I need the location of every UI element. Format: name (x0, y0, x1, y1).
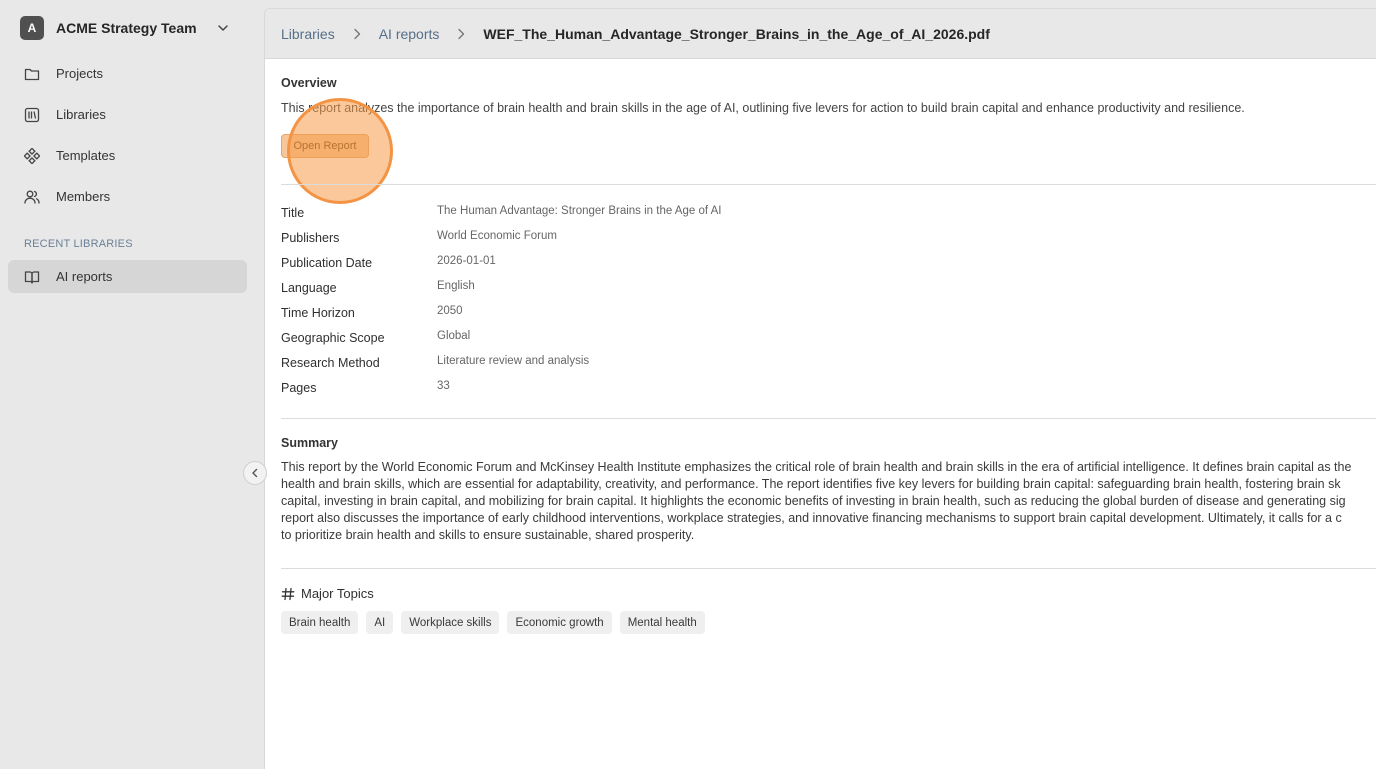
templates-icon (24, 147, 40, 164)
divider (281, 184, 1376, 185)
summary-line: health and brain skills, which are essen… (281, 477, 1341, 491)
collapse-sidebar-button[interactable] (243, 461, 267, 485)
team-switcher[interactable]: A ACME Strategy Team (20, 16, 236, 40)
metadata-row: Publication Date 2026-01-01 (281, 250, 981, 275)
open-report-button[interactable]: Open Report (281, 134, 369, 158)
metadata-key: Language (281, 280, 337, 295)
metadata-value: 2026-01-01 (437, 254, 496, 267)
overview-heading: Overview (281, 76, 337, 90)
metadata-value: 2050 (437, 304, 463, 317)
major-topics-header: Major Topics (281, 586, 374, 601)
library-icon (24, 107, 40, 123)
metadata-row: Pages 33 (281, 375, 981, 400)
sidebar-item-label: AI reports (56, 269, 113, 284)
chevron-right-icon (354, 28, 360, 39)
summary-line: to prioritize brain health and skills to… (281, 528, 695, 542)
major-topics-title: Major Topics (301, 586, 374, 601)
summary-heading: Summary (281, 436, 338, 450)
topic-chip[interactable]: Economic growth (507, 611, 612, 634)
hash-icon (281, 587, 295, 600)
team-avatar: A (20, 16, 44, 40)
metadata-row: Time Horizon 2050 (281, 300, 981, 325)
sidebar-nav: Projects Libraries Templates Members (8, 57, 247, 221)
chevron-left-icon (252, 468, 258, 478)
team-name: ACME Strategy Team (56, 20, 197, 36)
recent-library-ai-reports[interactable]: AI reports (8, 260, 247, 293)
metadata-key: Publishers (281, 230, 340, 245)
metadata-value: Global (437, 329, 471, 342)
metadata-key: Time Horizon (281, 305, 355, 320)
sidebar-item-label: Members (56, 189, 111, 204)
divider (281, 568, 1376, 569)
metadata-row: Research Method Literature review and an… (281, 350, 981, 375)
metadata-row: Geographic Scope Global (281, 325, 981, 350)
metadata-key: Title (281, 205, 305, 220)
summary-line: capital, investing in brain capital, and… (281, 494, 1346, 508)
main-panel: Libraries AI reports WEF_The_Human_Advan… (264, 8, 1376, 769)
metadata-value: English (437, 279, 475, 292)
breadcrumb: Libraries AI reports WEF_The_Human_Advan… (265, 9, 1376, 59)
chevron-down-icon[interactable] (216, 21, 230, 35)
topic-chip[interactable]: Workplace skills (401, 611, 500, 634)
sidebar: A ACME Strategy Team Projects Libraries … (0, 0, 256, 769)
metadata-key: Geographic Scope (281, 330, 385, 345)
overview-text: This report analyzes the importance of b… (281, 101, 1245, 115)
metadata-list: Title The Human Advantage: Stronger Brai… (281, 200, 981, 400)
members-icon (24, 189, 40, 205)
topic-chip[interactable]: Mental health (619, 611, 705, 634)
sidebar-item-label: Templates (56, 148, 116, 163)
metadata-value: World Economic Forum (437, 229, 557, 242)
recent-libraries-header: RECENT LIBRARIES (24, 238, 133, 250)
metadata-value: Literature review and analysis (437, 354, 590, 367)
topic-chips: Brain health AI Workplace skills Economi… (281, 611, 713, 634)
folder-icon (24, 66, 40, 82)
metadata-row: Title The Human Advantage: Stronger Brai… (281, 200, 981, 225)
breadcrumb-current-file: WEF_The_Human_Advantage_Stronger_Brains_… (483, 25, 990, 42)
metadata-row: Publishers World Economic Forum (281, 225, 981, 250)
metadata-key: Pages (281, 380, 317, 395)
sidebar-item-libraries[interactable]: Libraries (8, 98, 247, 131)
sidebar-item-templates[interactable]: Templates (8, 139, 247, 172)
topic-chip[interactable]: AI (366, 611, 394, 634)
breadcrumb-ai-reports-link[interactable]: AI reports (379, 26, 440, 42)
sidebar-item-members[interactable]: Members (8, 180, 247, 213)
summary-line: This report by the World Economic Forum … (281, 460, 1352, 474)
metadata-row: Language English (281, 275, 981, 300)
metadata-key: Research Method (281, 355, 380, 370)
sidebar-item-projects[interactable]: Projects (8, 57, 247, 90)
sidebar-item-label: Projects (56, 66, 103, 81)
topic-chip[interactable]: Brain health (281, 611, 359, 634)
book-icon (24, 269, 40, 285)
breadcrumb-libraries-link[interactable]: Libraries (281, 26, 335, 42)
metadata-value: The Human Advantage: Stronger Brains in … (437, 204, 722, 217)
chevron-right-icon (458, 28, 465, 39)
metadata-value: 33 (437, 379, 450, 392)
summary-line: report also discusses the importance of … (281, 511, 1342, 525)
sidebar-item-label: Libraries (56, 107, 106, 122)
summary-text: This report by the World Economic Forum … (281, 459, 1376, 544)
divider (281, 418, 1376, 419)
metadata-key: Publication Date (281, 255, 373, 270)
